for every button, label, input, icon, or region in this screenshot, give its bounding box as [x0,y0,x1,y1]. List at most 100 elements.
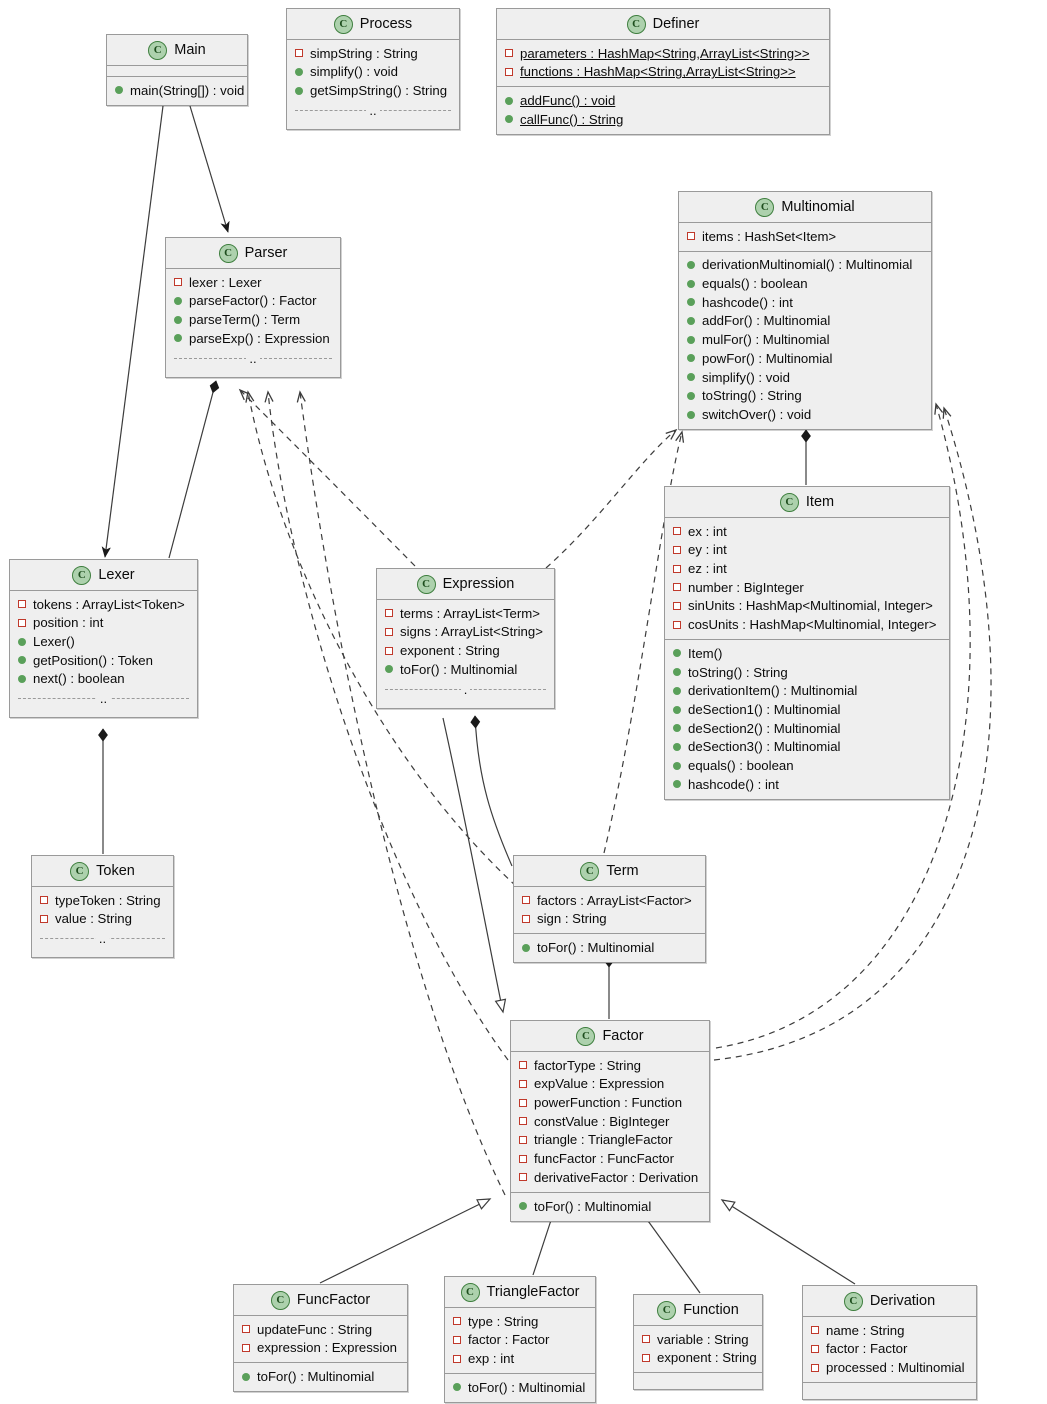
class-method: getSimpString() : String [287,81,459,100]
class-methods-compartment: addFunc() : void callFunc() : String [497,87,829,134]
method-label: toString() : String [688,664,788,680]
method-marker-icon [385,665,393,674]
class-method: toFor() : Multinomial [511,1197,709,1216]
field-marker-icon [242,1344,250,1353]
class-name-label: FuncFactor [296,1292,371,1308]
edge-expression-factor [442,717,507,1014]
class-header: C Derivation [803,1286,976,1317]
class-method: next() : boolean [10,670,197,689]
class-method: addFunc() : void [497,91,829,110]
method-label: deSection3() : Multinomial [688,739,841,755]
field-marker-icon [673,564,681,573]
field-label: signs : ArrayList<String> [400,624,543,640]
class-members-compartment: lexer : Lexer parseFactor() : Factor parse… [166,269,340,377]
class-name-label: Process [359,16,413,32]
uml-class-funcfactor[interactable]: C FuncFactor updateFunc : String expression… [233,1284,408,1393]
class-method: mulFor() : Multinomial [679,330,931,349]
class-stereotype-icon: C [72,565,92,585]
field-marker-icon [519,1080,527,1089]
uml-class-main[interactable]: C Main main(String[]) : void [106,34,248,106]
edge-derivation-factor [720,1199,856,1285]
uml-class-expression[interactable]: C Expression terms : ArrayList<Term> signs … [376,568,555,709]
class-stereotype-icon: C [460,1282,480,1302]
class-stereotype-icon: C [576,1026,596,1046]
class-stereotype-icon: C [843,1291,863,1311]
field-marker-icon [519,1061,527,1070]
uml-class-factor[interactable]: C Factor factorType : String expValue : Exp… [510,1020,710,1222]
uml-class-token[interactable]: C Token typeToken : String value : String.. [31,855,174,959]
method-marker-icon [174,297,182,306]
class-fields-compartment: updateFunc : String expression : Expressi… [234,1316,407,1364]
class-name-label: Expression [442,576,515,592]
field-marker-icon [642,1354,650,1363]
field-marker-icon [811,1326,819,1335]
class-footer-compartment: .. [32,930,173,952]
field-marker-icon [522,915,530,924]
method-marker-icon [687,354,695,363]
uml-class-term[interactable]: C Term factors : ArrayList<Factor> sign : S… [513,855,706,964]
method-label: toString() : String [702,388,802,404]
uml-class-trianglefactor[interactable]: C TriangleFactor type : String factor : Fac… [444,1276,596,1403]
field-label: factorType : String [534,1057,642,1073]
method-label: hashcode() : int [688,776,779,792]
class-footer-compartment: .. [287,102,459,124]
uml-class-parser[interactable]: C Parser lexer : Lexer parseFactor() : Fact… [165,237,341,378]
class-field: variable : String [634,1330,762,1349]
field-label: typeToken : String [55,892,161,908]
field-marker-icon [18,600,26,609]
footer-ellipsis: .. [96,691,111,707]
field-label: functions : HashMap<String,ArrayList<Str… [520,64,796,80]
method-label: equals() : boolean [702,276,808,292]
class-fields-compartment: items : HashSet<Item> [679,223,931,252]
class-method: equals() : boolean [679,274,931,293]
method-label: deSection2() : Multinomial [688,720,841,736]
class-header: C Multinomial [679,192,931,223]
class-methods-compartment: toFor() : Multinomial [514,934,705,963]
field-marker-icon [811,1345,819,1354]
class-field: tokens : ArrayList<Token> [10,595,197,614]
class-field: powerFunction : Function [511,1093,709,1112]
class-method: addFor() : Multinomial [679,312,931,331]
class-field: triangle : TriangleFactor [511,1131,709,1150]
field-marker-icon [519,1136,527,1145]
class-method: powFor() : Multinomial [679,349,931,368]
uml-class-process[interactable]: C Process simpString : String simplify() : … [286,8,460,131]
class-method: main(String[]) : void [107,81,247,100]
class-method: deSection1() : Multinomial [665,700,949,719]
uml-class-multinomial[interactable]: C Multinomial items : HashSet<Item> derivat… [678,191,932,430]
class-method: derivationItem() : Multinomial [665,682,949,701]
class-stereotype-icon: C [333,14,353,34]
method-label: addFunc() : void [520,93,616,109]
field-marker-icon [642,1335,650,1344]
class-method: deSection2() : Multinomial [665,719,949,738]
class-header: C Factor [511,1021,709,1052]
class-header: C Expression [377,569,554,600]
class-name-label: Item [805,494,835,510]
class-stereotype-icon: C [270,1290,290,1310]
field-label: sign : String [537,911,607,927]
field-label: name : String [826,1322,905,1338]
field-marker-icon [505,68,513,77]
method-label: equals() : boolean [688,757,794,773]
field-marker-icon [673,527,681,536]
uml-class-item[interactable]: C Item ex : int ey : int ez : int number : Bi… [664,486,950,800]
class-field: sinUnits : HashMap<Multinomial, Integer> [665,597,949,616]
uml-class-derivation[interactable]: C Derivation name : String factor : Factor p… [802,1285,977,1401]
field-marker-icon [519,1154,527,1163]
class-method: toString() : String [665,663,949,682]
class-header: C Function [634,1295,762,1326]
uml-class-definer[interactable]: C Definer parameters : HashMap<String,Arra… [496,8,830,135]
class-stereotype-icon: C [148,40,168,60]
field-label: terms : ArrayList<Term> [400,605,540,621]
field-marker-icon [519,1117,527,1126]
method-marker-icon [687,261,695,270]
class-members-compartment: typeToken : String value : String.. [32,887,173,958]
method-marker-icon [295,68,303,77]
class-header: C Item [665,487,949,518]
uml-class-function[interactable]: C Function variable : String exponent : Str… [633,1294,763,1391]
uml-class-lexer[interactable]: C Lexer tokens : ArrayList<Token> position … [9,559,198,719]
class-field: parameters : HashMap<String,ArrayList<St… [497,44,829,63]
edge-main-parser [189,105,228,232]
edge-factor-parser [264,390,509,1061]
field-label: triangle : TriangleFactor [534,1132,673,1148]
